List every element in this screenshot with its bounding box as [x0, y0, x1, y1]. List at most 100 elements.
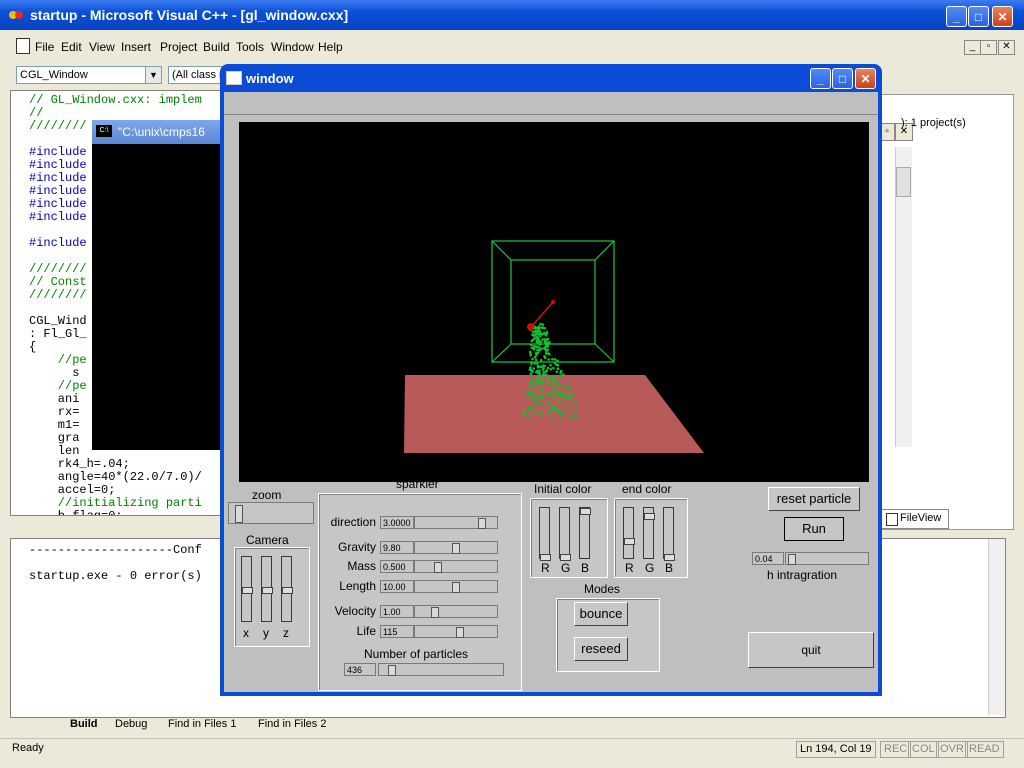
zoom-slider-knob[interactable] — [235, 505, 243, 523]
initial-b-knob[interactable] — [580, 508, 591, 515]
console-window[interactable] — [92, 120, 228, 450]
initial-g-knob[interactable] — [560, 554, 571, 561]
close-button[interactable]: ✕ — [992, 6, 1013, 27]
minimize-button[interactable]: _ — [946, 6, 967, 27]
mdi-close-button[interactable]: ✕ — [998, 40, 1015, 55]
menu-edit[interactable]: Edit — [61, 40, 82, 54]
param-slider-mass[interactable] — [414, 560, 498, 573]
camera-x-slider[interactable] — [241, 556, 253, 622]
particle — [530, 361, 533, 364]
h-slider[interactable] — [785, 552, 869, 565]
param-slider-gravity[interactable] — [414, 541, 498, 554]
param-value-length[interactable]: 10.00 — [380, 580, 414, 593]
particle — [549, 368, 553, 371]
output-scrollbar[interactable] — [988, 539, 1005, 715]
run-button[interactable]: Run — [784, 517, 844, 541]
code-line: accel=0; — [29, 483, 116, 497]
reseed-button[interactable]: reseed — [574, 637, 628, 661]
particle — [554, 393, 558, 397]
end-b-slider[interactable] — [663, 507, 675, 561]
fltk-maximize-button[interactable]: □ — [832, 68, 853, 89]
chevron-down-icon[interactable]: ▼ — [145, 67, 161, 83]
vc-title-bar[interactable]: startup - Microsoft Visual C++ - [gl_win… — [0, 0, 1024, 30]
tab-find1[interactable]: Find in Files 1 — [168, 716, 236, 732]
reset-particle-button[interactable]: reset particle — [768, 487, 860, 511]
gl-viewport[interactable] — [239, 122, 869, 482]
fltk-close-button[interactable]: ✕ — [855, 68, 876, 89]
end-g-knob[interactable] — [644, 513, 655, 520]
tab-find2[interactable]: Find in Files 2 — [258, 716, 326, 732]
initial-r-knob[interactable] — [540, 554, 551, 561]
particle — [532, 410, 535, 414]
workspace-scrollbar[interactable] — [895, 147, 912, 447]
particle — [562, 373, 565, 376]
menu-help[interactable]: Help — [318, 40, 343, 54]
h-slider-knob[interactable] — [788, 554, 796, 565]
param-slider-knob[interactable] — [456, 627, 464, 638]
param-slider-direction[interactable] — [414, 516, 498, 529]
mdi-minimize-button[interactable]: _ — [964, 40, 981, 55]
end-r-slider[interactable] — [623, 507, 635, 559]
end-r-knob[interactable] — [624, 538, 635, 545]
param-slider-life[interactable] — [414, 625, 498, 638]
param-slider-knob[interactable] — [452, 543, 460, 554]
status-rec: REC — [880, 741, 912, 758]
param-value-gravity[interactable]: 9.80 — [380, 541, 414, 554]
menu-project[interactable]: Project — [160, 40, 197, 54]
class-combo[interactable]: CGL_Window ▼ — [16, 66, 162, 84]
param-slider-knob[interactable] — [431, 607, 439, 618]
scrollbar-thumb[interactable] — [896, 167, 911, 197]
param-value-velocity[interactable]: 1.00 — [380, 605, 414, 618]
fileview-tab[interactable]: FileView — [881, 509, 949, 529]
code-line: { — [29, 340, 37, 354]
camera-y-knob[interactable] — [262, 587, 273, 594]
camera-z-slider[interactable] — [281, 556, 293, 622]
h-value[interactable]: 0.04 — [752, 552, 784, 565]
code-line: rx= — [29, 405, 80, 419]
fltk-menu-strip — [224, 92, 878, 115]
param-slider-length[interactable] — [414, 580, 498, 593]
end-b-knob[interactable] — [664, 554, 675, 561]
camera-x-knob[interactable] — [242, 587, 253, 594]
initial-b-slider[interactable] — [579, 507, 591, 559]
initial-r-slider[interactable] — [539, 507, 551, 561]
menu-tools[interactable]: Tools — [236, 40, 264, 54]
bounce-button[interactable]: bounce — [574, 602, 628, 626]
console-title-bar[interactable]: C:\ "C:\unix\cmps16 — [92, 120, 228, 144]
param-slider-knob[interactable] — [452, 582, 460, 593]
fltk-title-bar[interactable]: window _ □ ✕ — [220, 64, 882, 92]
camera-z-knob[interactable] — [282, 587, 293, 594]
quit-button[interactable]: quit — [748, 632, 874, 668]
camera-y-slider[interactable] — [261, 556, 273, 622]
workspace-pane[interactable]: ▫ ✕ ): 1 project(s) FileView — [878, 94, 1014, 530]
param-slider-velocity[interactable] — [414, 605, 498, 618]
particles-value[interactable]: 436 — [344, 663, 376, 676]
param-value-mass[interactable]: 0.500 — [380, 560, 414, 573]
param-slider-knob[interactable] — [434, 562, 442, 573]
param-slider-knob[interactable] — [478, 518, 486, 529]
particle — [543, 355, 546, 358]
end-g-slider[interactable] — [643, 507, 655, 559]
menu-insert[interactable]: Insert — [121, 40, 151, 54]
particles-slider[interactable] — [378, 663, 504, 676]
status-text: Ready — [12, 742, 44, 754]
particle — [567, 395, 571, 398]
mdi-restore-button[interactable]: ▫ — [980, 40, 997, 55]
code-line: angle=40*(22.0/7.0)/ — [29, 470, 202, 484]
maximize-button[interactable]: □ — [968, 6, 989, 27]
particles-slider-knob[interactable] — [388, 665, 396, 676]
tab-debug[interactable]: Debug — [115, 716, 147, 732]
param-value-direction[interactable]: 3.0000 — [380, 516, 414, 529]
menu-window[interactable]: Window — [271, 40, 314, 54]
menu-view[interactable]: View — [89, 40, 115, 54]
fltk-minimize-button[interactable]: _ — [810, 68, 831, 89]
zoom-slider[interactable] — [228, 502, 314, 524]
param-value-life[interactable]: 115 — [380, 625, 414, 638]
fltk-window[interactable]: window _ □ ✕ zoom Camera x y z sparkler … — [220, 64, 882, 696]
initial-g-slider[interactable] — [559, 507, 571, 561]
tab-build[interactable]: Build — [70, 716, 98, 732]
member-combo[interactable]: (All class m — [168, 66, 222, 84]
particle — [548, 412, 551, 415]
menu-file[interactable]: File — [35, 40, 54, 54]
menu-build[interactable]: Build — [203, 40, 230, 54]
